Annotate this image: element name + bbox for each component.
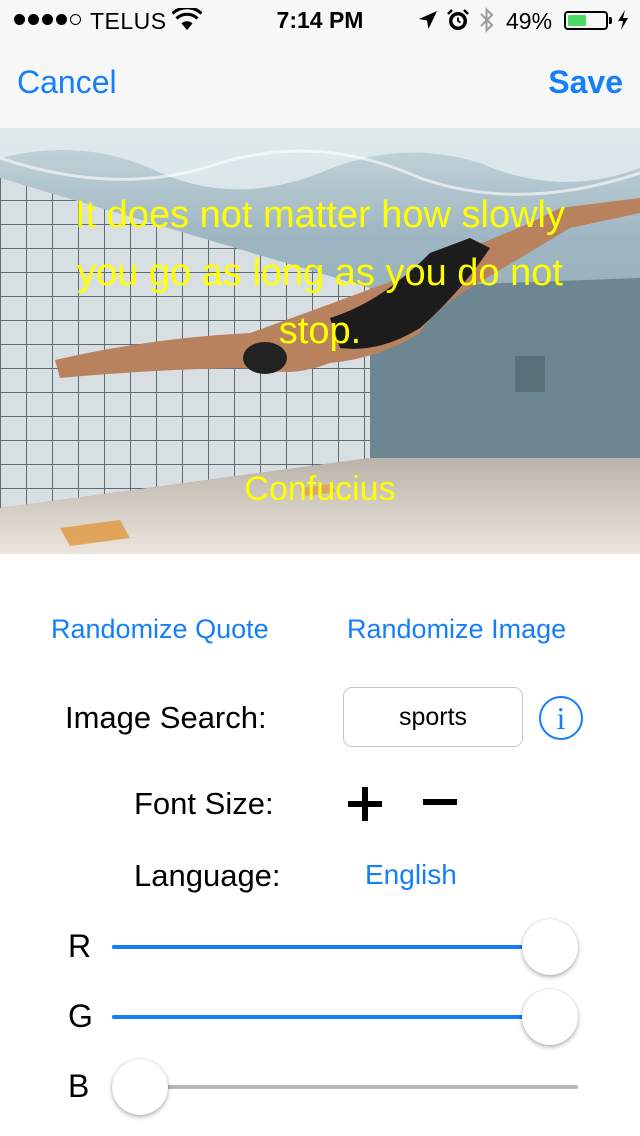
bluetooth-icon — [480, 7, 494, 33]
randomize-image-button[interactable]: Randomize Image — [347, 614, 566, 645]
battery-cap — [609, 17, 612, 24]
green-slider-fill — [112, 1015, 550, 1019]
image-search-label: Image Search: — [65, 700, 267, 735]
increase-font-size-button[interactable] — [345, 784, 385, 824]
red-slider-fill — [112, 945, 550, 949]
quote-image: It does not matter how slowly you go as … — [0, 128, 640, 554]
plus-icon — [348, 787, 382, 821]
save-button[interactable]: Save — [548, 64, 623, 101]
location-arrow-icon — [419, 11, 437, 29]
language-label: Language: — [134, 858, 281, 893]
red-slider[interactable] — [112, 919, 578, 975]
decrease-font-size-button[interactable] — [420, 784, 460, 824]
navigation-bar: Cancel Save — [0, 40, 640, 128]
battery-level — [568, 15, 586, 26]
image-search-input[interactable] — [343, 687, 523, 747]
red-slider-label: R — [68, 928, 92, 964]
cancel-button[interactable]: Cancel — [17, 64, 117, 101]
charging-bolt-icon — [618, 10, 628, 30]
randomize-quote-button[interactable]: Randomize Quote — [51, 614, 269, 645]
top-chrome: TELUS 7:14 PM 49% Cancel Save — [0, 0, 640, 129]
battery-percentage: 49% — [506, 8, 553, 34]
battery-icon — [564, 11, 608, 30]
edit-quote-screen: TELUS 7:14 PM 49% Cancel Save It does no… — [0, 0, 640, 1136]
green-slider[interactable] — [112, 989, 578, 1045]
blue-slider[interactable] — [112, 1059, 578, 1115]
blue-slider-label: B — [68, 1068, 90, 1104]
quote-author: Confucius — [244, 470, 396, 508]
red-slider-thumb[interactable] — [522, 919, 578, 975]
font-size-label: Font Size: — [134, 786, 274, 821]
status-bar: TELUS 7:14 PM 49% — [0, 0, 640, 40]
blue-slider-thumb[interactable] — [112, 1059, 168, 1115]
minus-icon — [423, 799, 457, 805]
green-slider-label: G — [68, 998, 93, 1034]
info-icon[interactable]: i — [539, 696, 583, 740]
alarm-icon — [447, 9, 469, 30]
quote-text: It does not matter how slowly you go as … — [75, 194, 565, 352]
green-slider-thumb[interactable] — [522, 989, 578, 1045]
language-selector[interactable]: English — [365, 859, 457, 891]
